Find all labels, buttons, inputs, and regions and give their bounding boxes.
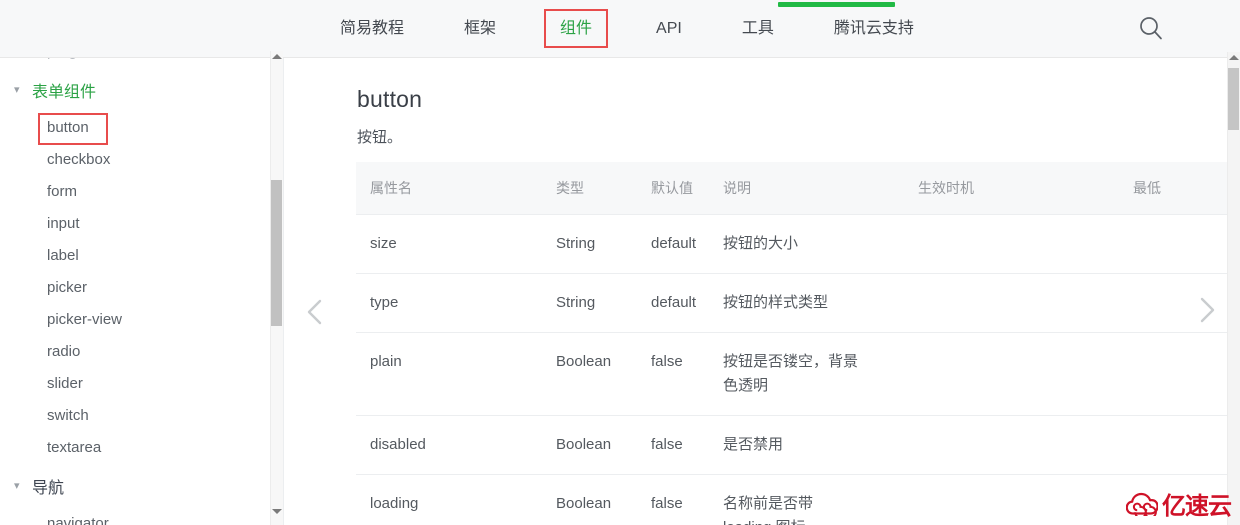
cell-name: loading bbox=[370, 495, 419, 512]
cell-type: String bbox=[556, 294, 596, 311]
table-row: disabled Boolean false 是否禁用 bbox=[356, 416, 1228, 475]
sidebar-item-checkbox[interactable]: checkbox bbox=[0, 144, 270, 176]
col-header-type: 类型 bbox=[556, 180, 584, 196]
nav-items: 简易教程 框架 组件 API 工具 腾讯云支持 bbox=[330, 0, 924, 57]
sidebar-scrollbar-thumb[interactable] bbox=[271, 180, 282, 326]
sidebar-item-input[interactable]: input bbox=[0, 208, 270, 240]
cell-timing bbox=[918, 475, 1133, 525]
sidebar-scroll-down-arrow-icon[interactable] bbox=[271, 509, 282, 520]
col-header-default: 默认值 bbox=[651, 180, 693, 196]
watermark: 亿速云 bbox=[1125, 492, 1232, 521]
cell-min-version bbox=[1133, 416, 1228, 474]
chevron-down-icon: ▾ bbox=[14, 479, 20, 492]
sidebar-item-navigator[interactable]: navigator bbox=[0, 508, 270, 525]
cell-default: default bbox=[651, 235, 697, 252]
main-content: button 按钮。 属性名 类型 默认值 说明 生效时机 最低 size St… bbox=[284, 58, 1228, 525]
cell-type: Boolean bbox=[556, 436, 612, 453]
sidebar-group-navigation[interactable]: ▾ 导航 bbox=[0, 464, 270, 508]
nav-item-cloud-support[interactable]: 腾讯云支持 bbox=[824, 13, 924, 44]
cell-timing bbox=[918, 274, 1133, 332]
cell-timing bbox=[918, 416, 1133, 474]
cell-default: default bbox=[651, 294, 697, 311]
search-icon[interactable] bbox=[1138, 15, 1164, 41]
cell-name: type bbox=[370, 294, 399, 311]
top-navigation-bar: 简易教程 框架 组件 API 工具 腾讯云支持 bbox=[0, 0, 1240, 58]
watermark-text: 亿速云 bbox=[1162, 492, 1232, 520]
page-root: 简易教程 框架 组件 API 工具 腾讯云支持 progress ▾ 表单组件 … bbox=[0, 0, 1240, 525]
cell-default: false bbox=[651, 353, 683, 370]
nav-item-api[interactable]: API bbox=[646, 13, 692, 44]
cell-name: plain bbox=[370, 353, 402, 370]
page-subtitle: 按钮。 bbox=[357, 129, 403, 146]
chevron-down-icon: ▾ bbox=[14, 83, 20, 96]
col-header-timing: 生效时机 bbox=[918, 180, 974, 196]
cell-default: false bbox=[651, 436, 683, 453]
page-scroll-up-arrow-icon[interactable] bbox=[1228, 55, 1239, 66]
nav-item-tools[interactable]: 工具 bbox=[732, 13, 784, 44]
table-header-row: 属性名 类型 默认值 说明 生效时机 最低 bbox=[356, 162, 1228, 215]
cell-desc: 按钮的样式类型 bbox=[723, 294, 829, 311]
cloud-logo-icon bbox=[1125, 492, 1159, 521]
sidebar-scroll-content: progress ▾ 表单组件 button checkbox form inp… bbox=[0, 58, 270, 525]
table-row: plain Boolean false 按钮是否镂空，背景 色透明 bbox=[356, 333, 1228, 416]
sidebar-group-label: 表单组件 bbox=[32, 84, 97, 101]
sidebar-item-label[interactable]: label bbox=[0, 240, 270, 272]
cell-desc: 按钮是否镂空，背景 色透明 bbox=[723, 353, 859, 394]
sidebar-item-form[interactable]: form bbox=[0, 176, 270, 208]
sidebar-item-textarea[interactable]: textarea bbox=[0, 432, 270, 464]
sidebar-group-form-components[interactable]: ▾ 表单组件 bbox=[0, 68, 270, 112]
sidebar-item-radio[interactable]: radio bbox=[0, 336, 270, 368]
sidebar-item-slider[interactable]: slider bbox=[0, 368, 270, 400]
col-header-name: 属性名 bbox=[370, 180, 412, 196]
chevron-right-icon[interactable] bbox=[1192, 290, 1222, 330]
table-row: loading Boolean false 名称前是否带 loading 图标 bbox=[356, 475, 1228, 525]
page-title: button bbox=[357, 86, 423, 112]
cell-min-version bbox=[1133, 215, 1228, 273]
nav-item-components[interactable]: 组件 bbox=[544, 8, 609, 49]
table-row: size String default 按钮的大小 bbox=[356, 215, 1228, 274]
cell-type: String bbox=[556, 235, 596, 252]
cell-desc: 按钮的大小 bbox=[723, 235, 799, 252]
nav-item-framework[interactable]: 框架 bbox=[454, 13, 506, 44]
sidebar-scroll-up-arrow-icon[interactable] bbox=[271, 54, 282, 65]
properties-table: 属性名 类型 默认值 说明 生效时机 最低 size String defaul… bbox=[356, 162, 1228, 525]
cell-timing bbox=[918, 333, 1133, 415]
page-scrollbar-thumb[interactable] bbox=[1228, 68, 1239, 130]
sidebar-item-switch[interactable]: switch bbox=[0, 400, 270, 432]
sidebar-item-button[interactable]: button bbox=[0, 112, 270, 145]
cell-type: Boolean bbox=[556, 353, 612, 370]
col-header-min-version: 最低 bbox=[1133, 180, 1161, 196]
cell-name: size bbox=[370, 235, 397, 252]
sidebar: progress ▾ 表单组件 button checkbox form inp… bbox=[0, 58, 284, 525]
cell-desc: 是否禁用 bbox=[723, 436, 784, 453]
cell-min-version bbox=[1133, 333, 1228, 415]
sidebar-item-progress[interactable]: progress bbox=[0, 58, 270, 68]
cell-desc: 名称前是否带 loading 图标 bbox=[723, 495, 814, 525]
cell-name: disabled bbox=[370, 436, 426, 453]
chevron-left-icon[interactable] bbox=[300, 292, 330, 332]
table-row: type String default 按钮的样式类型 bbox=[356, 274, 1228, 333]
cell-default: false bbox=[651, 495, 683, 512]
sidebar-item-picker-view[interactable]: picker-view bbox=[0, 304, 270, 336]
sidebar-group-label: 导航 bbox=[32, 480, 65, 497]
nav-item-tutorial[interactable]: 简易教程 bbox=[330, 13, 414, 44]
cell-type: Boolean bbox=[556, 495, 612, 512]
cell-timing bbox=[918, 215, 1133, 273]
col-header-desc: 说明 bbox=[723, 180, 751, 196]
sidebar-item-picker[interactable]: picker bbox=[0, 272, 270, 304]
